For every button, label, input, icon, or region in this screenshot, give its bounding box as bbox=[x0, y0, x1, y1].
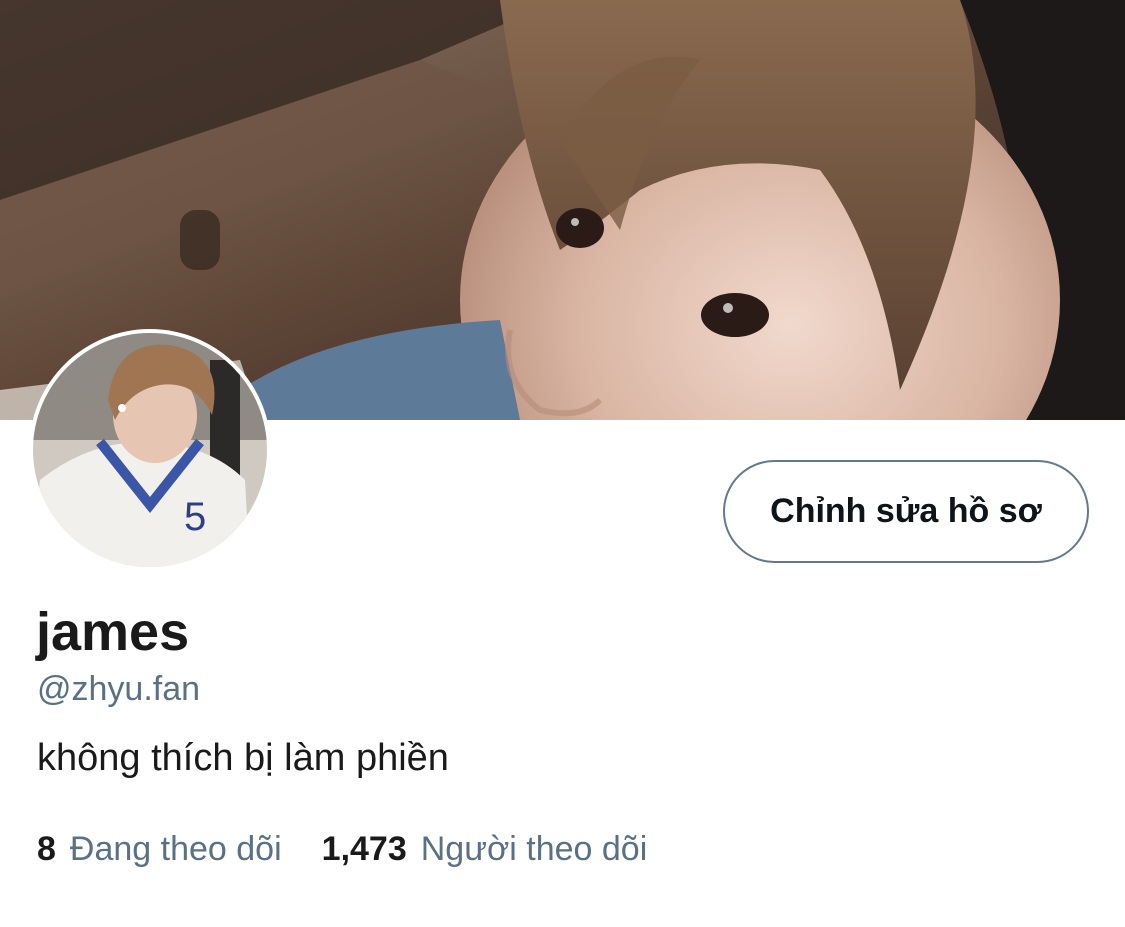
username-handle: @zhyu.fan bbox=[37, 670, 201, 708]
edit-profile-button[interactable]: Chỉnh sửa hồ sơ bbox=[723, 460, 1089, 563]
edit-profile-label: Chỉnh sửa hồ sơ bbox=[770, 492, 1042, 530]
profile-stats: 8 Đang theo dõi 1,473 Người theo dõi bbox=[37, 828, 647, 870]
profile-bio: không thích bị làm phiền bbox=[37, 737, 449, 779]
avatar[interactable]: 5 bbox=[30, 330, 270, 570]
svg-text:5: 5 bbox=[184, 495, 206, 539]
display-name: james bbox=[36, 602, 190, 662]
following-stat[interactable]: 8 Đang theo dõi bbox=[37, 828, 282, 870]
following-count: 8 bbox=[37, 830, 56, 868]
followers-stat[interactable]: 1,473 Người theo dõi bbox=[322, 828, 648, 870]
followers-count: 1,473 bbox=[321, 830, 407, 868]
followers-label: Người theo dõi bbox=[420, 830, 648, 868]
following-label: Đang theo dõi bbox=[69, 830, 282, 868]
profile-page: 5 Chỉnh sửa hồ sơ james @zhyu.fan không … bbox=[0, 0, 1125, 927]
